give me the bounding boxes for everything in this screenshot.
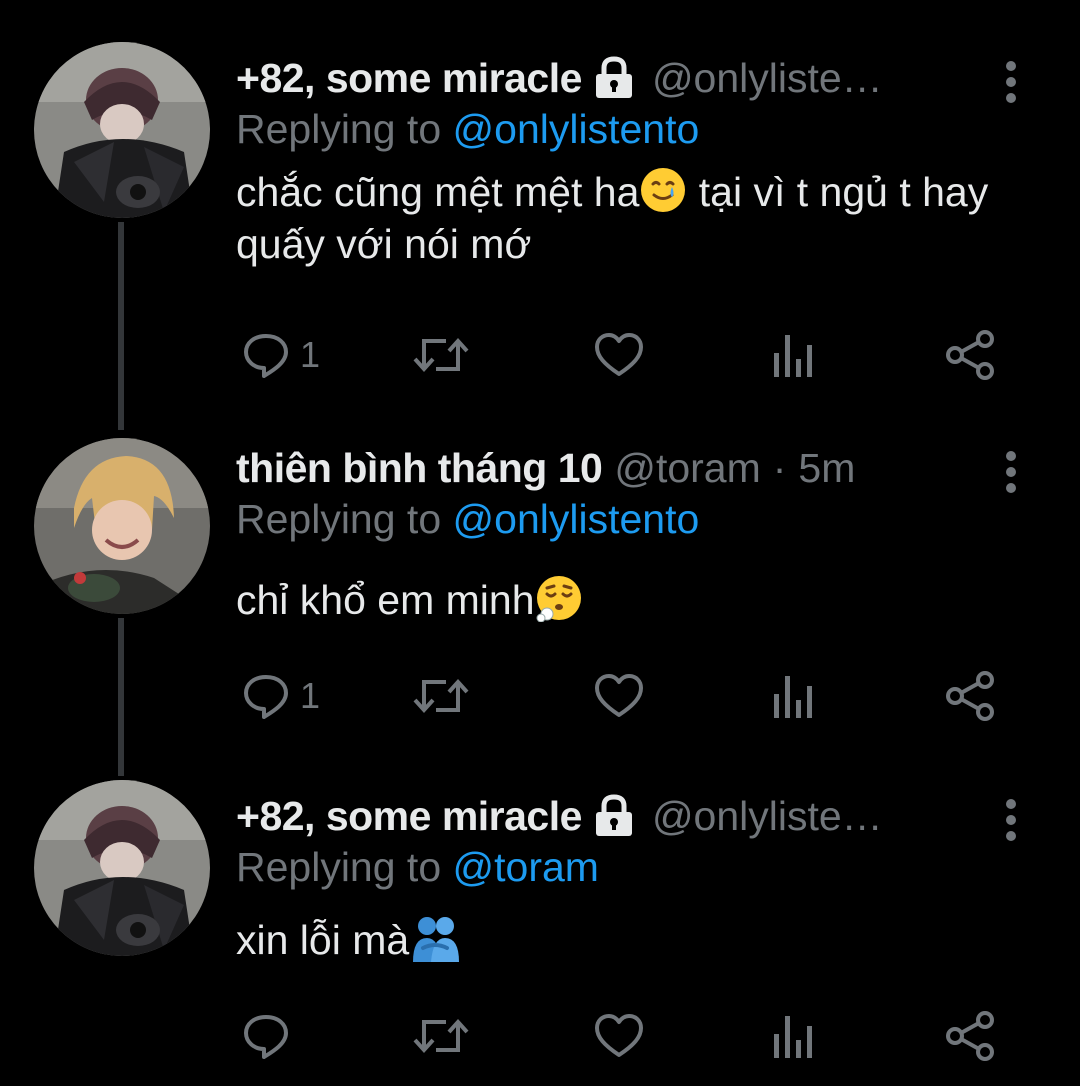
replying-to: Replying to @toram [236,844,599,891]
reply-count: 1 [300,334,321,375]
replying-to-label: Replying to [236,496,453,542]
retweet-icon [413,1019,469,1053]
mention-link[interactable]: @onlylistento [453,106,700,152]
tweet[interactable]: thiên bình tháng 10 @toram · 5m Replying… [0,438,1080,738]
avatar[interactable] [34,42,210,218]
replying-to: Replying to @onlylistento [236,496,699,543]
tweet-text: chắc cũng mệt mệt ha tại vì t ngủ t hay … [236,166,1036,270]
retweet-button[interactable] [412,1006,470,1066]
views-button[interactable] [772,666,816,726]
bar-chart-icon [774,335,812,377]
replying-to-label: Replying to [236,844,453,890]
people-hugging-emoji [409,914,460,962]
tweet-actions [236,1006,1016,1066]
views-button[interactable] [772,325,816,385]
reply-icon [244,1015,288,1059]
tweet-header: +82, some miracle @onlyliste… [236,48,883,108]
more-vertical-icon[interactable] [1004,450,1018,494]
mention-link[interactable]: @toram [453,844,599,890]
smiling-face-with-tear-emoji [639,166,687,214]
reply-button[interactable] [242,1006,300,1066]
separator-dot: · [772,444,787,491]
share-button[interactable] [944,1006,996,1066]
share-icon [946,671,994,721]
share-button[interactable] [944,325,996,385]
tweet-actions: 1 [236,666,1016,726]
share-icon [946,330,994,380]
tweet-text-part: chỉ khổ em minh [236,577,535,623]
display-name[interactable]: +82, some miracle [236,55,582,102]
tweet-text: xin lỗi mà [236,914,1036,966]
more-vertical-icon[interactable] [1004,798,1018,842]
retweet-button[interactable] [412,325,470,385]
tweet-text: chỉ khổ em minh [236,574,1036,626]
lock-icon [590,794,638,838]
views-button[interactable] [772,1006,816,1066]
more-vertical-icon[interactable] [1004,60,1018,104]
replying-to: Replying to @onlylistento [236,106,699,153]
tweet-actions: 1 [236,325,1016,385]
tweet-text-part: chắc cũng mệt mệt ha [236,169,640,215]
tweet-header: +82, some miracle @onlyliste… [236,786,883,846]
heart-icon [595,1014,643,1057]
heart-icon [595,333,643,376]
retweet-icon [413,679,469,713]
like-button[interactable] [594,1006,644,1066]
display-name[interactable]: thiên bình tháng 10 [236,445,603,492]
share-icon [946,1011,994,1061]
reply-button[interactable]: 1 [242,666,320,726]
lock-icon [590,56,638,100]
reply-count: 1 [300,675,321,716]
tweet-text-part: xin lỗi mà [236,917,410,963]
timestamp[interactable]: 5m [798,445,855,492]
mention-link[interactable]: @onlylistento [453,496,700,542]
retweet-icon [413,338,469,372]
replying-to-label: Replying to [236,106,453,152]
user-handle[interactable]: @toram [614,445,760,492]
bar-chart-icon [774,1016,812,1058]
tweet[interactable]: +82, some miracle @onlyliste… Replying t… [0,42,1080,398]
heart-icon [595,674,643,717]
reply-icon [244,334,288,378]
avatar[interactable] [34,780,210,956]
like-button[interactable] [594,325,644,385]
face-exhaling-emoji [535,574,583,623]
share-button[interactable] [944,666,996,726]
like-button[interactable] [594,666,644,726]
reply-icon [244,675,288,719]
tweet-header: thiên bình tháng 10 @toram · 5m [236,438,855,498]
user-handle[interactable]: @onlyliste… [652,55,883,102]
retweet-button[interactable] [412,666,470,726]
bar-chart-icon [774,676,812,718]
user-handle[interactable]: @onlyliste… [652,793,883,840]
tweet[interactable]: +82, some miracle @onlyliste… Replying t… [0,780,1080,1086]
avatar[interactable] [34,438,210,614]
display-name[interactable]: +82, some miracle [236,793,582,840]
reply-button[interactable]: 1 [242,325,320,385]
